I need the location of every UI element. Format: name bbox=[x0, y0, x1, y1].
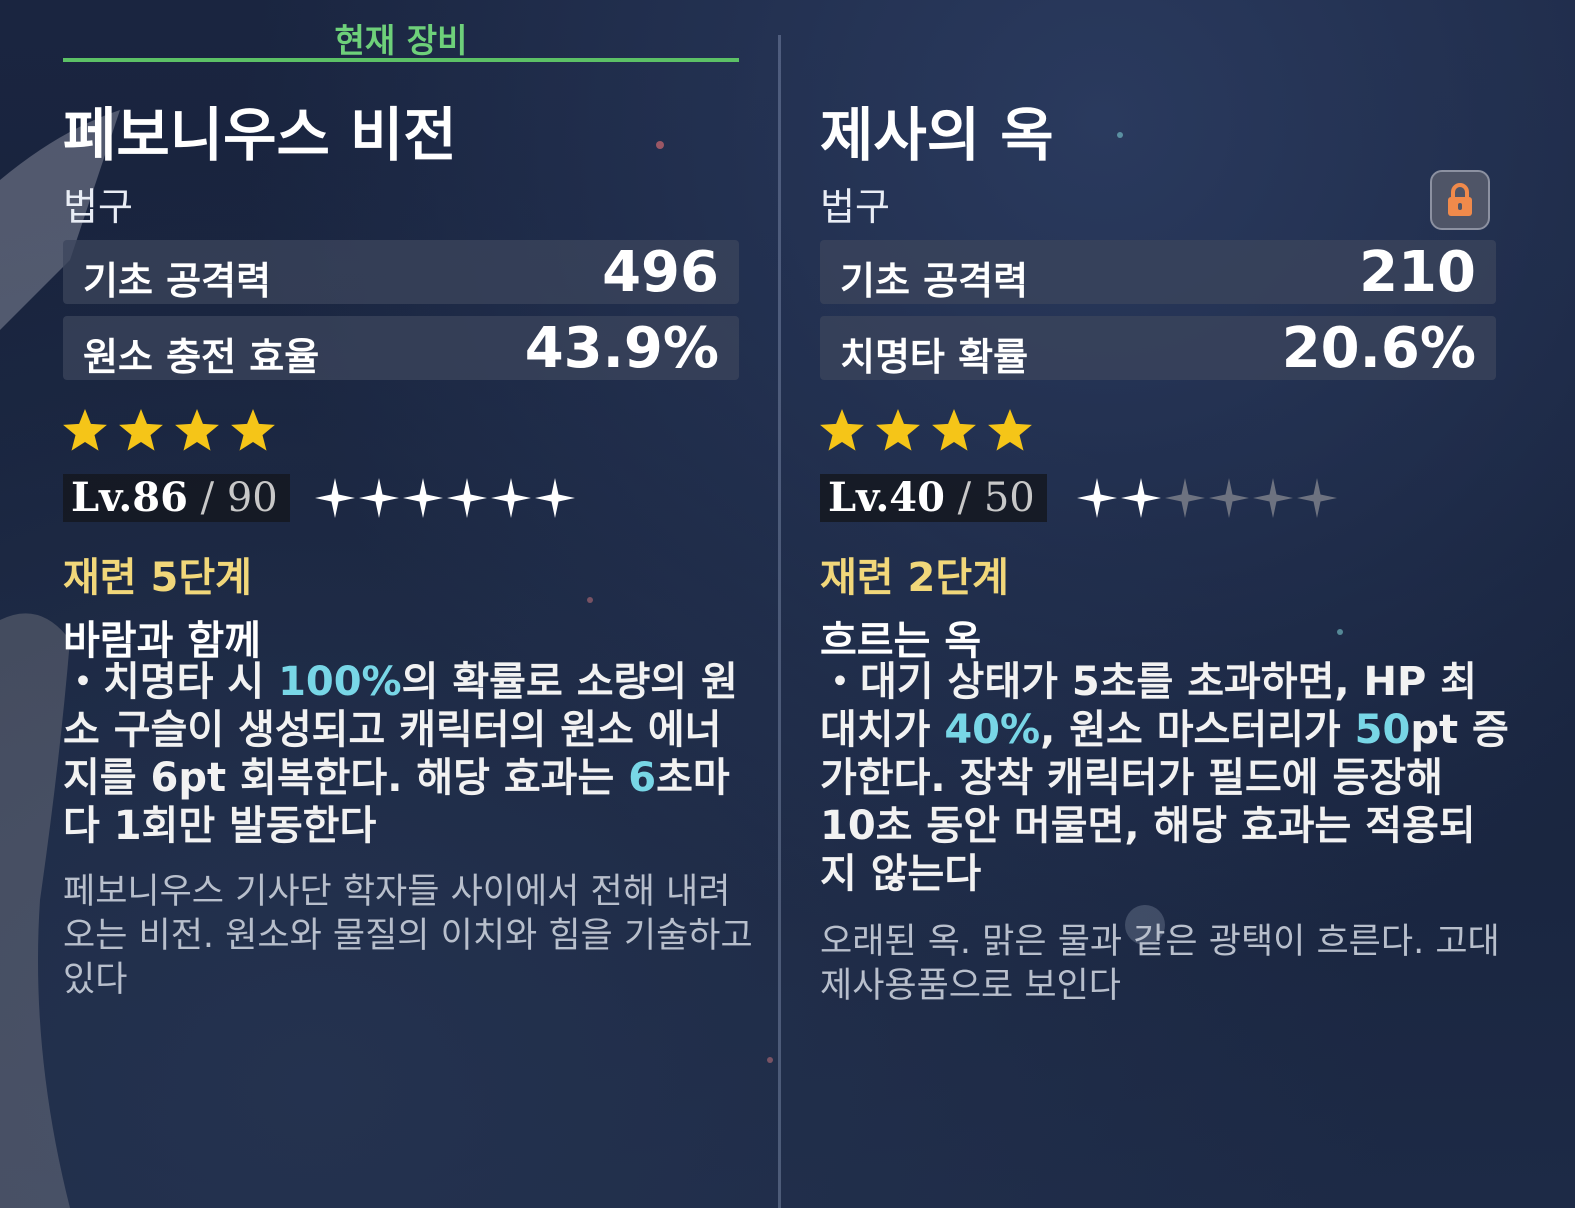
ascension-filled-icon bbox=[1121, 478, 1161, 518]
current-weapon-panel: 현재 장비 페보니우스 비전 법구 기초 공격력 496 원소 충전 효율 43… bbox=[63, 0, 753, 1000]
stat-value: 496 bbox=[602, 240, 719, 305]
level-box: Lv.86 / 90 bbox=[63, 474, 290, 522]
ascension-filled-icon bbox=[535, 478, 575, 518]
weapon-lore: 페보니우스 기사단 학자들 사이에서 전해 내려오는 비전. 원소와 물질의 이… bbox=[63, 872, 753, 1000]
ascension-filled-icon bbox=[1077, 478, 1117, 518]
weapon-name: 제사의 옥 bbox=[820, 101, 1054, 169]
stat-row-secondary: 원소 충전 효율 43.9% bbox=[63, 316, 739, 381]
current-equipment-underline bbox=[63, 58, 739, 62]
rarity-star-icon bbox=[119, 409, 163, 451]
passive-description: ・대기 상태가 5초를 초과하면, HP 최대치가 40%, 원소 마스터리가 … bbox=[820, 658, 1510, 898]
passive-highlight-value: 6 bbox=[628, 755, 657, 801]
rarity-star-icon bbox=[988, 409, 1032, 451]
level-max: / 50 bbox=[944, 475, 1035, 521]
ascension-stars bbox=[313, 474, 587, 526]
stat-value: 43.9% bbox=[524, 316, 719, 381]
rarity-star-icon bbox=[175, 409, 219, 451]
passive-highlight-value: 50 bbox=[1354, 707, 1411, 753]
refinement-rank: 재련 5단계 bbox=[63, 555, 252, 601]
weapon-type: 법구 bbox=[63, 185, 133, 229]
rarity-star-icon bbox=[63, 409, 107, 451]
stat-label: 원소 충전 효율 bbox=[83, 335, 320, 379]
stat-label: 기초 공격력 bbox=[83, 259, 272, 303]
passive-text: ・치명타 시 bbox=[63, 659, 279, 705]
level-current: Lv.40 bbox=[828, 474, 945, 521]
background-decoration bbox=[0, 110, 1343, 1208]
stat-row-secondary: 치명타 확률 20.6% bbox=[820, 316, 1496, 381]
level-current: Lv.86 bbox=[71, 474, 188, 521]
rarity-stars bbox=[63, 406, 299, 458]
rarity-star-icon bbox=[820, 409, 864, 451]
ascension-filled-icon bbox=[491, 478, 531, 518]
refinement-rank: 재련 2단계 bbox=[820, 555, 1009, 601]
lock-button[interactable] bbox=[1430, 170, 1490, 230]
level-box: Lv.40 / 50 bbox=[820, 474, 1047, 522]
weapon-type: 법구 bbox=[820, 185, 890, 229]
ascension-filled-icon bbox=[359, 478, 399, 518]
stat-row-base-atk: 기초 공격력 210 bbox=[820, 240, 1496, 305]
level-max: / 90 bbox=[187, 475, 278, 521]
ascension-filled-icon bbox=[447, 478, 487, 518]
stat-value: 20.6% bbox=[1281, 316, 1476, 381]
passive-highlight-value: 40% bbox=[944, 707, 1041, 753]
current-equipment-label: 현재 장비 bbox=[334, 21, 468, 60]
weapon-name: 페보니우스 비전 bbox=[63, 101, 457, 169]
lock-icon bbox=[1448, 183, 1472, 216]
weapon-lore: 오래된 옥. 맑은 물과 같은 광택이 흐른다. 고대 제사용품으로 보인다 bbox=[820, 922, 1500, 1006]
ascension-empty-icon bbox=[1165, 478, 1205, 518]
rarity-star-icon bbox=[231, 409, 275, 451]
rarity-star-icon bbox=[932, 409, 976, 451]
stat-row-base-atk: 기초 공격력 496 bbox=[63, 240, 739, 305]
passive-highlight-value: 100% bbox=[278, 659, 402, 705]
current-equipment-header: 현재 장비 bbox=[63, 0, 739, 62]
rarity-star-icon bbox=[876, 409, 920, 451]
ascension-filled-icon bbox=[315, 478, 355, 518]
stat-label: 기초 공격력 bbox=[840, 259, 1029, 303]
ascension-empty-icon bbox=[1297, 478, 1337, 518]
passive-description: ・치명타 시 100%의 확률로 소량의 원소 구슬이 생성되고 캐릭터의 원소… bbox=[63, 658, 753, 850]
ascension-filled-icon bbox=[403, 478, 443, 518]
ascension-empty-icon bbox=[1209, 478, 1249, 518]
passive-text: , 원소 마스터리가 bbox=[1040, 707, 1355, 753]
panel-divider bbox=[778, 35, 781, 1208]
stat-label: 치명타 확률 bbox=[840, 335, 1029, 379]
ascension-empty-icon bbox=[1253, 478, 1293, 518]
ascension-stars bbox=[1075, 474, 1349, 526]
stat-value: 210 bbox=[1359, 240, 1476, 305]
rarity-stars bbox=[820, 406, 1056, 458]
